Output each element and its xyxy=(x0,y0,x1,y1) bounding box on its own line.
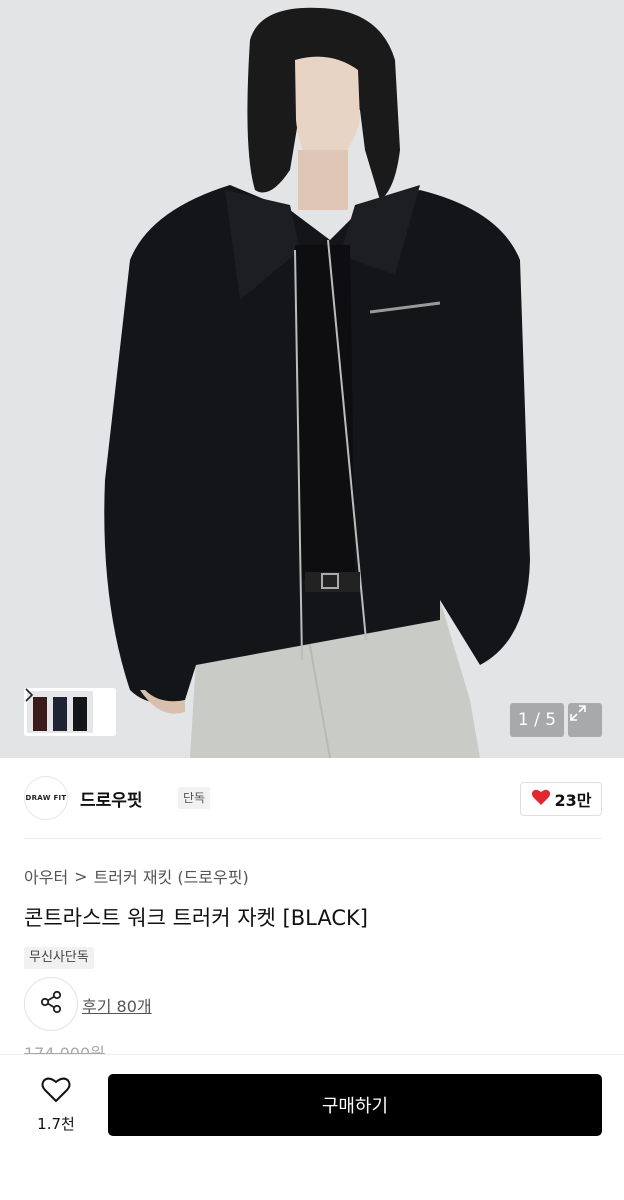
brand-exclusive-badge: 단독 xyxy=(178,787,211,809)
breadcrumb-category[interactable]: 아우터 xyxy=(24,864,68,888)
share-icon xyxy=(38,989,64,1019)
wishlist-count: 1.7천 xyxy=(37,1115,75,1133)
buy-button[interactable]: 구매하기 xyxy=(108,1074,602,1136)
breadcrumb: 아우터 > 트러커 재킷 (드로우핏) xyxy=(24,864,249,888)
product-image-gallery[interactable]: 1 / 5 xyxy=(0,0,624,758)
product-title: 콘트라스트 워크 트러커 자켓 [BLACK] xyxy=(24,906,368,930)
exclusive-badge: 무신사단독 xyxy=(24,947,94,969)
brand-row: DRAW FIT 드로우핏 단독 23만 xyxy=(24,776,602,822)
brand-logo[interactable]: DRAW FIT xyxy=(24,776,68,820)
share-button[interactable] xyxy=(24,977,78,1031)
product-photo xyxy=(0,0,624,758)
thumbnail-image xyxy=(27,691,93,733)
breadcrumb-subcategory[interactable]: 트러커 재킷 (드로우핏) xyxy=(94,864,249,888)
heart-filled-icon xyxy=(531,788,551,810)
original-price: 174,000원 xyxy=(24,1044,105,1054)
breadcrumb-separator: > xyxy=(74,866,88,886)
divider xyxy=(24,838,602,839)
thumbnail-strip[interactable] xyxy=(24,688,116,736)
heart-outline-icon xyxy=(41,1076,71,1107)
wishlist-button[interactable]: 1.7천 xyxy=(24,1073,88,1137)
brand-like-button[interactable]: 23만 xyxy=(520,782,602,816)
review-link[interactable]: 후기 80개 xyxy=(82,993,152,1017)
expand-button[interactable] xyxy=(568,703,602,737)
page-counter: 1 / 5 xyxy=(510,703,564,737)
bottom-action-bar: 1.7천 구매하기 xyxy=(0,1054,624,1200)
brand-name[interactable]: 드로우핏 xyxy=(80,786,143,811)
brand-like-count: 23만 xyxy=(554,791,592,810)
